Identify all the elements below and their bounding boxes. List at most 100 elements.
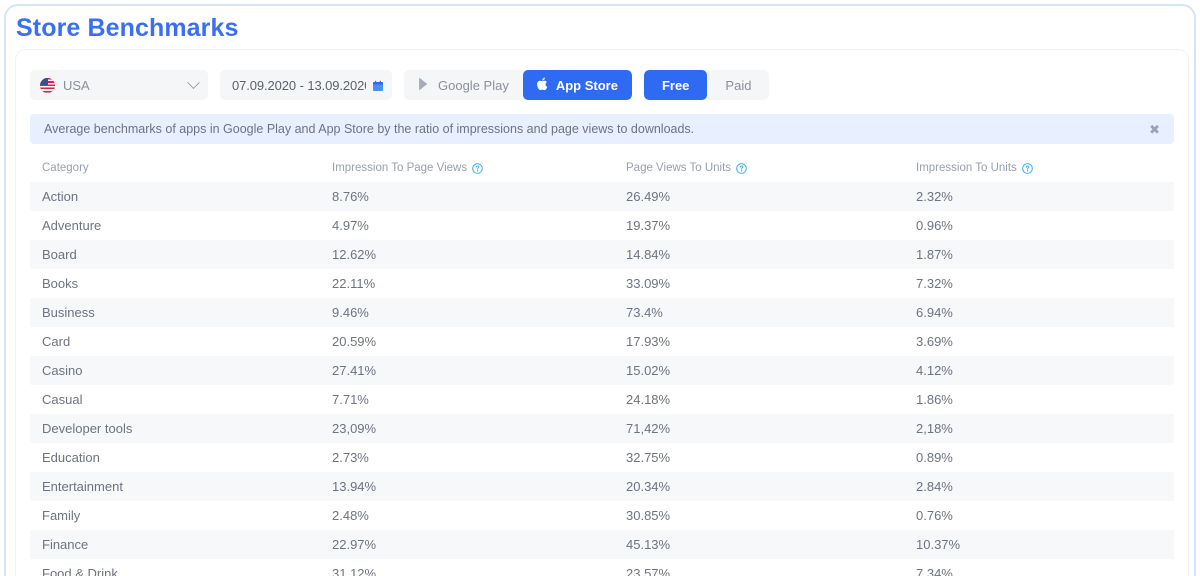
table-cell-value: 13.94% — [320, 472, 614, 501]
table-cell-value: 23.57% — [614, 559, 904, 576]
table-cell-value: 30.85% — [614, 501, 904, 530]
table-cell-value: 0.89% — [904, 443, 1174, 472]
table-row[interactable]: Board12.62%14.84%1.87% — [30, 240, 1174, 269]
table-cell-category: Books — [30, 269, 320, 298]
table-cell-category: Food & Drink — [30, 559, 320, 576]
table-row[interactable]: Casino27.41%15.02%4.12% — [30, 356, 1174, 385]
table-row[interactable]: Entertainment13.94%20.34%2.84% — [30, 472, 1174, 501]
table-cell-value: 2.32% — [904, 182, 1174, 211]
table-cell-category: Casino — [30, 356, 320, 385]
info-icon[interactable] — [1022, 163, 1033, 174]
table-cell-category: Family — [30, 501, 320, 530]
tab-google-play[interactable]: Google Play — [404, 70, 523, 100]
table-cell-value: 32.75% — [614, 443, 904, 472]
table-cell-value: 12.62% — [320, 240, 614, 269]
table-cell-value: 2.73% — [320, 443, 614, 472]
app-page: Store Benchmarks USA 07.09.2020 - 13.09.… — [0, 0, 1200, 576]
table-column-header[interactable]: Page Views To Units — [614, 162, 904, 174]
table-column-header-label: Impression To Units — [916, 162, 1017, 174]
table-row[interactable]: Action8.76%26.49%2.32% — [30, 182, 1174, 211]
table-cell-category: Casual — [30, 385, 320, 414]
info-banner-text: Average benchmarks of apps in Google Pla… — [44, 122, 1139, 136]
table-column-header-label: Page Views To Units — [626, 162, 731, 174]
table-header-row: Category Impression To Page Views Page Vie… — [30, 154, 1174, 182]
table-cell-value: 14.84% — [614, 240, 904, 269]
table-cell-category: Finance — [30, 530, 320, 559]
table-row[interactable]: Family2.48%30.85%0.76% — [30, 501, 1174, 530]
chevron-down-icon — [187, 76, 200, 89]
table-cell-value: 0.96% — [904, 211, 1174, 240]
table-cell-value: 20.34% — [614, 472, 904, 501]
table-cell-value: 24.18% — [614, 385, 904, 414]
table-cell-value: 1.86% — [904, 385, 1174, 414]
table-cell-value: 9.46% — [320, 298, 614, 327]
close-icon[interactable]: ✖ — [1139, 123, 1160, 136]
date-range-value: 07.09.2020 - 13.09.2020 — [232, 78, 366, 93]
table-row[interactable]: Business9.46%73.4%6.94% — [30, 298, 1174, 327]
benchmarks-table: Category Impression To Page Views Page Vie… — [30, 154, 1174, 576]
table-row[interactable]: Adventure4.97%19.37%0.96% — [30, 211, 1174, 240]
table-cell-value: 6.94% — [904, 298, 1174, 327]
table-cell-value: 19.37% — [614, 211, 904, 240]
table-cell-value: 2.48% — [320, 501, 614, 530]
table-cell-value: 22.97% — [320, 530, 614, 559]
table-row[interactable]: Food & Drink31.12%23.57%7.34% — [30, 559, 1174, 576]
table-body: Action8.76%26.49%2.32%Adventure4.97%19.3… — [30, 182, 1174, 576]
tab-app-store[interactable]: App Store — [523, 70, 632, 100]
table-row[interactable]: Finance22.97%45.13%10.37% — [30, 530, 1174, 559]
table-cell-category: Business — [30, 298, 320, 327]
country-select[interactable]: USA — [30, 70, 208, 100]
table-cell-value: 45.13% — [614, 530, 904, 559]
store-toggle: Google Play App Store — [404, 70, 632, 100]
table-row[interactable]: Books22.11%33.09%7.32% — [30, 269, 1174, 298]
table-cell-category: Education — [30, 443, 320, 472]
table-cell-value: 1.87% — [904, 240, 1174, 269]
table-row[interactable]: Developer tools23,09%71,42%2,18% — [30, 414, 1174, 443]
table-column-header[interactable]: Impression To Units — [904, 162, 1174, 174]
table-column-header[interactable]: Impression To Page Views — [320, 162, 614, 174]
table-cell-value: 7.32% — [904, 269, 1174, 298]
table-cell-value: 10.37% — [904, 530, 1174, 559]
flag-usa-icon — [40, 78, 55, 93]
country-select-label: USA — [63, 78, 181, 93]
table-cell-value: 7.34% — [904, 559, 1174, 576]
plan-toggle: Free Paid — [644, 70, 770, 100]
table-cell-category: Developer tools — [30, 414, 320, 443]
google-play-icon — [418, 77, 431, 94]
table-cell-value: 22.11% — [320, 269, 614, 298]
table-cell-value: 33.09% — [614, 269, 904, 298]
table-row[interactable]: Card20.59%17.93%3.69% — [30, 327, 1174, 356]
table-cell-category: Action — [30, 182, 320, 211]
table-column-header-label: Category — [42, 162, 89, 174]
table-cell-value: 23,09% — [320, 414, 614, 443]
apple-icon — [537, 77, 549, 94]
tab-google-play-label: Google Play — [438, 78, 509, 93]
table-cell-value: 2.84% — [904, 472, 1174, 501]
table-cell-value: 26.49% — [614, 182, 904, 211]
card-frame: Store Benchmarks USA 07.09.2020 - 13.09.… — [4, 4, 1196, 576]
table-column-header-label: Impression To Page Views — [332, 162, 467, 174]
table-cell-category: Adventure — [30, 211, 320, 240]
filters-toolbar: USA 07.09.2020 - 13.09.2020 — [30, 70, 769, 100]
table-cell-category: Entertainment — [30, 472, 320, 501]
date-range-picker[interactable]: 07.09.2020 - 13.09.2020 — [220, 70, 392, 100]
table-cell-value: 20.59% — [320, 327, 614, 356]
table-cell-category: Card — [30, 327, 320, 356]
info-icon[interactable] — [736, 163, 747, 174]
tab-paid[interactable]: Paid — [707, 70, 769, 100]
table-cell-value: 3.69% — [904, 327, 1174, 356]
tab-app-store-label: App Store — [556, 78, 618, 93]
info-banner: Average benchmarks of apps in Google Pla… — [30, 114, 1174, 144]
table-cell-value: 0.76% — [904, 501, 1174, 530]
table-cell-value: 71,42% — [614, 414, 904, 443]
table-cell-value: 4.12% — [904, 356, 1174, 385]
table-cell-value: 7.71% — [320, 385, 614, 414]
page-title: Store Benchmarks — [16, 14, 239, 43]
table-cell-value: 15.02% — [614, 356, 904, 385]
table-row[interactable]: Casual7.71%24.18%1.86% — [30, 385, 1174, 414]
table-row[interactable]: Education2.73%32.75%0.89% — [30, 443, 1174, 472]
table-column-header[interactable]: Category — [30, 162, 320, 174]
tab-free[interactable]: Free — [644, 70, 707, 100]
table-cell-value: 4.97% — [320, 211, 614, 240]
info-icon[interactable] — [472, 163, 483, 174]
